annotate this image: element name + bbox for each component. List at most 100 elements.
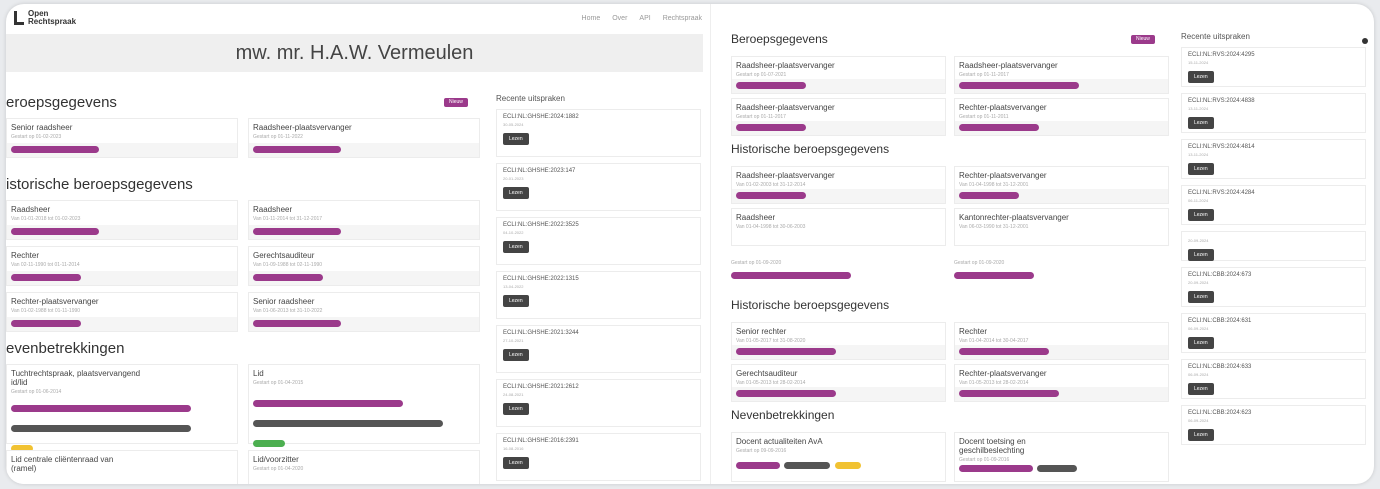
read-button[interactable]: Lezen	[503, 187, 529, 199]
neven-card[interactable]: Lid/voorzitter Gestart op 01-04-2020	[248, 450, 480, 484]
recent-item: 20-09-2024 Lezen	[1181, 231, 1366, 261]
court-tag[interactable]	[11, 146, 99, 153]
court-tag[interactable]	[253, 320, 341, 327]
historisch-card[interactable]: Rechter-plaatsvervanger Van 01-05-2013 t…	[954, 364, 1169, 402]
court-tag[interactable]	[253, 146, 341, 153]
tag[interactable]	[1037, 465, 1078, 472]
logo-icon	[14, 11, 24, 25]
recent-item: ECLI:NL:RVS:2024:4295 15-11-2024 Lezen	[1181, 47, 1366, 87]
read-button[interactable]: Lezen	[503, 295, 529, 307]
historisch-card[interactable]: Gerechtsauditeur Van 01-09-1988 tot 02-1…	[248, 246, 480, 286]
court-tag[interactable]	[736, 192, 806, 199]
read-button[interactable]: Lezen	[1188, 383, 1214, 395]
tag[interactable]	[834, 462, 861, 469]
recent-item: ECLI:NL:RVS:2024:4814 13-11-2024 Lezen	[1181, 139, 1366, 179]
nav-home[interactable]: Home	[582, 15, 601, 22]
court-tag[interactable]	[959, 192, 1019, 199]
court-tag[interactable]	[959, 390, 1059, 397]
historisch-card[interactable]: Raadsheer Van 01-01-2018 tot 01-02-2023	[6, 200, 238, 240]
court-tag[interactable]	[736, 82, 806, 89]
historisch-cards: Raadsheer-plaatsvervanger Van 01-02-2003…	[731, 166, 1171, 246]
court-tag[interactable]	[959, 124, 1039, 131]
recent-title: Recente uitspraken	[496, 94, 565, 103]
court-tag[interactable]	[736, 124, 806, 131]
nav-api[interactable]: API	[639, 15, 650, 22]
historisch-card[interactable]: Senior rechter Van 01-05-2017 tot 31-08-…	[731, 322, 946, 360]
left-screen: Open Rechtspraak Home Over API Rechtspra…	[6, 4, 711, 484]
neven-cards: Tuchtrechtspraak, plaatsvervangend id/li…	[6, 364, 486, 484]
section-beroepsgegevens: eroepsgegevens	[6, 94, 117, 111]
menu-dot-icon[interactable]	[1362, 38, 1368, 44]
neven-card[interactable]: Lid centrale cliëntenraad van (ramel)	[6, 450, 238, 484]
historisch-card[interactable]: Gerechtsauditeur Van 01-05-2013 tot 28-0…	[731, 364, 946, 402]
court-tag[interactable]	[11, 228, 99, 235]
tag[interactable]	[253, 400, 403, 407]
read-button[interactable]: Lezen	[1188, 429, 1214, 441]
neven-card[interactable]: Lid Gestart op 01-04-2015	[248, 364, 480, 447]
neven-card[interactable]: Tuchtrechtspraak, plaatsvervangend id/li…	[6, 364, 238, 452]
tag[interactable]	[736, 462, 780, 469]
historisch-card[interactable]: Rechter Van 01-04-2014 tot 30-04-2017	[954, 322, 1169, 360]
neven-card[interactable]: Docent actualiteiten AvA Gestart op 09-0…	[731, 432, 946, 482]
court-tag[interactable]	[959, 348, 1049, 355]
beroep-card[interactable]: Raadsheer-plaatsvervanger Gestart op 01-…	[731, 56, 946, 94]
tag[interactable]	[253, 440, 285, 447]
read-button[interactable]: Lezen	[503, 241, 529, 253]
read-button[interactable]: Lezen	[503, 133, 529, 145]
right-main-column: Beroepsgegevens Nieuw Raadsheer-plaatsve…	[731, 32, 1171, 482]
read-button[interactable]: Lezen	[1188, 209, 1214, 221]
court-tag[interactable]	[253, 274, 323, 281]
read-button[interactable]: Lezen	[1188, 117, 1214, 129]
beroep-cards: Raadsheer-plaatsvervanger Gestart op 01-…	[731, 56, 1171, 136]
beroep-card[interactable]: Raadsheer-plaatsvervanger Gestart op 01-…	[954, 56, 1169, 94]
beroep-card[interactable]: Raadsheer-plaatsvervanger Gestart op 01-…	[731, 98, 946, 136]
read-button[interactable]: Lezen	[1188, 163, 1214, 175]
logo[interactable]: Open Rechtspraak	[14, 10, 76, 26]
beroep-card[interactable]: Senior raadsheer Gestart op 01-02-2023	[6, 118, 238, 158]
read-button[interactable]: Lezen	[503, 349, 529, 361]
tag[interactable]	[731, 272, 851, 279]
tag[interactable]	[784, 462, 831, 469]
historisch-card[interactable]: Raadsheer Van 01-11-2014 tot 31-12-2017	[248, 200, 480, 240]
historisch-card[interactable]: Senior raadsheer Van 01-06-2013 tot 31-1…	[248, 292, 480, 332]
historisch-card[interactable]: Kantonrechter-plaatsvervanger Van 06-03-…	[954, 208, 1169, 246]
read-button[interactable]: Lezen	[503, 457, 529, 469]
court-tag[interactable]	[736, 390, 836, 397]
right-screen: Beroepsgegevens Nieuw Raadsheer-plaatsve…	[721, 4, 1374, 484]
recent-item: ECLI:NL:GHSHE:2023:147 20-01-2023 Lezen	[496, 163, 701, 211]
beroep-card[interactable]: Rechter-plaatsvervanger Gestart op 01-11…	[954, 98, 1169, 136]
recent-item: ECLI:NL:CBB:2024:673 20-09-2024 Lezen	[1181, 267, 1366, 307]
nav-rechtspraak[interactable]: Rechtspraak	[663, 15, 702, 22]
section-neven: Nevenbetrekkingen	[731, 408, 835, 422]
historisch-card[interactable]: Rechter-plaatsvervanger Van 01-02-1988 t…	[6, 292, 238, 332]
court-tag[interactable]	[11, 274, 81, 281]
neven-cards: Docent actualiteiten AvA Gestart op 09-0…	[731, 432, 1171, 482]
tag[interactable]	[11, 425, 191, 432]
nav-over[interactable]: Over	[612, 15, 627, 22]
read-button[interactable]: Lezen	[1188, 291, 1214, 303]
court-tag[interactable]	[11, 320, 81, 327]
historisch-card[interactable]: Rechter-plaatsvervanger Van 01-04-1998 t…	[954, 166, 1169, 204]
main-nav: Home Over API Rechtspraak	[582, 15, 702, 22]
court-tag[interactable]	[253, 228, 341, 235]
court-tag[interactable]	[959, 82, 1079, 89]
read-button[interactable]: Lezen	[1188, 249, 1214, 261]
beroep-card[interactable]: Raadsheer-plaatsvervanger Gestart op 01-…	[248, 118, 480, 158]
historisch-card[interactable]: Raadsheer-plaatsvervanger Van 01-02-2003…	[731, 166, 946, 204]
read-button[interactable]: Lezen	[1188, 337, 1214, 349]
tag[interactable]	[954, 272, 1034, 279]
read-button[interactable]: Lezen	[503, 403, 529, 415]
tag[interactable]	[253, 420, 443, 427]
neven-card[interactable]: Docent toetsing en geschilbeslechting Ge…	[954, 432, 1169, 482]
court-tag[interactable]	[736, 348, 836, 355]
historisch-card[interactable]: Raadsheer Van 01-04-1998 tot 30-06-2003	[731, 208, 946, 246]
beroep-cards: Senior raadsheer Gestart op 01-02-2023 R…	[6, 118, 486, 158]
recent-item: ECLI:NL:GHSHE:2022:3525 04-10-2022 Lezen	[496, 217, 701, 265]
tag[interactable]	[959, 465, 1033, 472]
section-historisch: Historische beroepsgegevens	[731, 142, 890, 156]
recent-item: ECLI:NL:GHSHE:2016:2391 16-08-2016 Lezen	[496, 433, 701, 481]
read-button[interactable]: Lezen	[1188, 71, 1214, 83]
topbar: Open Rechtspraak Home Over API Rechtspra…	[6, 4, 710, 32]
historisch-card[interactable]: Rechter Van 02-11-1990 tot 01-11-2014	[6, 246, 238, 286]
tag[interactable]	[11, 405, 191, 412]
